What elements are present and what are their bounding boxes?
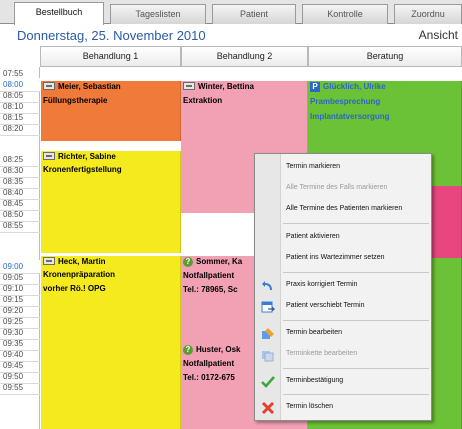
menu-item-patient-aktivieren[interactable]: Patient aktivieren bbox=[255, 228, 431, 248]
column-header-behandlung-1[interactable]: Behandlung 1 bbox=[40, 46, 181, 67]
patient-card-icon bbox=[43, 82, 55, 90]
appointment-note: vorher Rö.! OPG bbox=[43, 284, 106, 293]
appointment-patient-name: Richter, Sabine bbox=[58, 152, 116, 161]
appointment-treatment: Kronenfertigstellung bbox=[43, 165, 122, 174]
menu-item-patiententermine-markieren[interactable]: Alle Termine des Patienten markieren bbox=[255, 200, 431, 220]
menu-item-termin-bearbeiten[interactable]: Termin bearbeiten bbox=[255, 324, 431, 344]
time-slot: 09:55 bbox=[0, 381, 40, 395]
menu-item-label: Alle Termine des Patienten markieren bbox=[286, 205, 403, 212]
appointment-meier[interactable]: Meier, Sebastian Füllungstherapie bbox=[41, 81, 181, 141]
appointment-patient-name: Heck, Martin bbox=[58, 257, 106, 266]
menu-item-label: Termin bearbeiten bbox=[286, 329, 343, 336]
view-button[interactable]: Ansicht bbox=[419, 28, 458, 42]
menu-item-terminbestaetigung[interactable]: Terminbestätigung bbox=[255, 372, 431, 392]
menu-item-label: Terminkette bearbeiten bbox=[286, 350, 358, 357]
time-slot: 08:55 bbox=[0, 219, 40, 233]
appointment-patient-name: Sommer, Ka bbox=[196, 257, 243, 266]
menu-item-terminkette-bearbeiten: Terminkette bearbeiten bbox=[255, 345, 431, 365]
tab-label: Kontrolle bbox=[327, 9, 363, 19]
undo-arrow-icon bbox=[262, 281, 272, 290]
column-header-behandlung-2[interactable]: Behandlung 2 bbox=[181, 46, 308, 67]
appointment-treatment: Notfallpatient bbox=[183, 359, 235, 368]
tab-kontrolle[interactable]: Kontrolle bbox=[302, 4, 388, 24]
menu-item-label: Patient ins Wartezimmer setzen bbox=[286, 254, 385, 261]
tab-tageslisten[interactable]: Tageslisten bbox=[110, 4, 206, 24]
appointment-treatment: Notfallpatient bbox=[183, 271, 235, 280]
calendar-move-icon bbox=[261, 301, 275, 313]
edit-chain-icon bbox=[262, 351, 274, 362]
appointment-patient-name: Huster, Osk bbox=[196, 345, 241, 354]
column-header-beratung[interactable]: Beratung bbox=[308, 46, 462, 67]
tab-zuordnung[interactable]: Zuordnu bbox=[394, 4, 462, 24]
menu-item-termin-markieren[interactable]: Termin markieren bbox=[255, 158, 431, 178]
patient-card-icon bbox=[43, 257, 55, 265]
appointment-heck[interactable]: Heck, Martin Kronenpräparation vorher Rö… bbox=[41, 256, 181, 429]
tab-bar: Bestellbuch Tageslisten Patient Kontroll… bbox=[0, 0, 462, 25]
menu-separator bbox=[283, 223, 429, 224]
patient-card-icon bbox=[43, 152, 55, 160]
menu-item-label: Terminbestätigung bbox=[286, 377, 344, 384]
tab-label: Tageslisten bbox=[135, 9, 181, 19]
tab-label: Bestellbuch bbox=[35, 7, 83, 17]
appointment-treatment: Implantatversorgung bbox=[310, 112, 390, 121]
menu-item-label: Patient verschiebt Termin bbox=[286, 302, 365, 309]
patient-card-icon bbox=[183, 82, 195, 90]
appointment-patient-name: Glücklich, Ulrike bbox=[323, 82, 386, 91]
tab-bestellbuch[interactable]: Bestellbuch bbox=[14, 2, 104, 25]
menu-item-praxis-korrigiert[interactable]: Praxis korrigiert Termin bbox=[255, 276, 431, 296]
menu-item-label: Praxis korrigiert Termin bbox=[286, 281, 358, 288]
edit-appointment-icon bbox=[262, 328, 274, 339]
appointment-treatment: Füllungstherapie bbox=[43, 96, 108, 105]
menu-item-label: Alle Termine des Falls markieren bbox=[286, 184, 388, 191]
time-column: 07:55 08:00 08:05 08:10 08:15 08:20 08:2… bbox=[0, 67, 40, 429]
menu-separator bbox=[283, 394, 429, 395]
checkmark-icon bbox=[261, 376, 275, 388]
menu-item-falltermine-markieren: Alle Termine des Falls markieren bbox=[255, 179, 431, 199]
question-mark-icon: ? bbox=[183, 345, 193, 355]
appointment-phone: Tel.: 78965, Sc bbox=[183, 285, 238, 294]
date-row: Donnerstag, 25. November 2010 Ansicht bbox=[0, 24, 462, 46]
menu-separator bbox=[283, 320, 429, 321]
menu-item-label: Patient aktivieren bbox=[286, 233, 340, 240]
appointment-phone: Tel.: 0172-675 bbox=[183, 373, 235, 382]
menu-item-label: Termin löschen bbox=[286, 403, 334, 410]
tab-label: Patient bbox=[239, 9, 269, 19]
context-menu: Termin markieren Alle Termine des Falls … bbox=[254, 153, 432, 421]
question-mark-icon: ? bbox=[183, 257, 193, 267]
appointment-treatment: Kronenpräparation bbox=[43, 270, 116, 279]
appointment-patient-name: Meier, Sebastian bbox=[58, 82, 121, 91]
menu-separator bbox=[283, 368, 429, 369]
appointment-patient-name: Winter, Bettina bbox=[198, 82, 254, 91]
menu-item-termin-loeschen[interactable]: Termin löschen bbox=[255, 398, 431, 418]
patient-p-icon: P bbox=[310, 82, 320, 92]
delete-x-icon bbox=[261, 401, 275, 415]
appointment-block-magenta[interactable] bbox=[432, 186, 462, 258]
appointment-treatment: Extraktion bbox=[183, 96, 223, 105]
tab-patient[interactable]: Patient bbox=[212, 4, 296, 24]
tab-label: Zuordnu bbox=[411, 9, 445, 19]
appointment-treatment: Prambesprechung bbox=[310, 97, 381, 106]
menu-item-label: Termin markieren bbox=[286, 163, 341, 170]
menu-separator bbox=[283, 272, 429, 273]
appointment-richter[interactable]: Richter, Sabine Kronenfertigstellung bbox=[41, 151, 181, 253]
menu-item-patient-verschiebt[interactable]: Patient verschiebt Termin bbox=[255, 297, 431, 317]
current-date: Donnerstag, 25. November 2010 bbox=[17, 28, 206, 43]
time-slot: 08:20 bbox=[0, 122, 40, 136]
menu-item-wartezimmer[interactable]: Patient ins Wartezimmer setzen bbox=[255, 249, 431, 269]
